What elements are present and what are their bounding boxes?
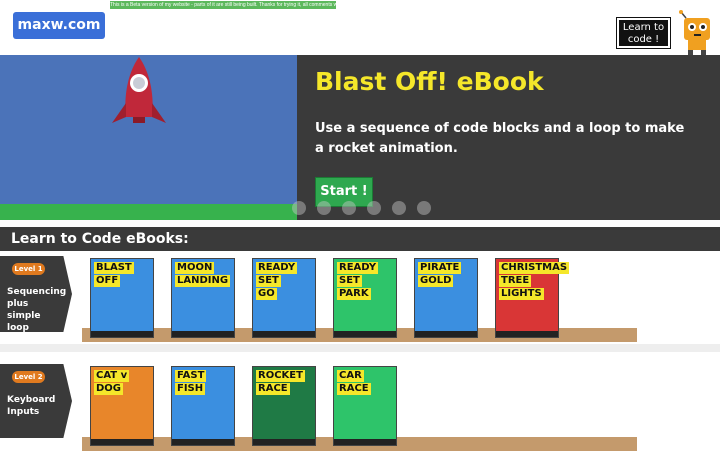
level-row-1: Level 1 Sequencing plus simple loop BLAS…	[0, 256, 720, 344]
ebook-title-line: GO	[256, 288, 277, 300]
ebook-title-line: TREE	[499, 275, 532, 287]
ebook-title-line: LANDING	[175, 275, 231, 287]
ebook-cover[interactable]: READY SET PARK	[333, 258, 397, 338]
ebook-title-line: RACE	[256, 383, 290, 395]
rocket-icon	[112, 57, 166, 123]
ebook-footer	[172, 331, 234, 337]
carousel-dot[interactable]	[342, 201, 356, 215]
ebook-footer	[91, 331, 153, 337]
ebook-title-line: READY	[256, 262, 298, 274]
beta-banner: This is a Beta version of my website - p…	[110, 1, 336, 9]
ebook-footer	[253, 331, 315, 337]
ebook-footer	[172, 439, 234, 445]
hero-description: Use a sequence of code blocks and a loop…	[315, 121, 685, 156]
ebook-title-line: GOLD	[418, 275, 454, 287]
ebook-footer	[334, 331, 396, 337]
ebook-title-line: ROCKET	[256, 370, 305, 382]
ebook-cover[interactable]: BLAST OFF	[90, 258, 154, 338]
ebook-title-line: LIGHTS	[499, 288, 544, 300]
ebook-title-line: MOON	[175, 262, 215, 274]
carousel-dots	[292, 201, 431, 215]
ebook-title-line: FISH	[175, 383, 206, 395]
ebook-cover[interactable]: PIRATE GOLD	[414, 258, 478, 338]
level-badge: Level 1	[12, 263, 45, 275]
carousel-dot[interactable]	[367, 201, 381, 215]
ebook-title-line: BLAST	[94, 262, 134, 274]
ebook-title: FAST FISH	[175, 370, 207, 396]
ebook-title: CAR RACE	[337, 370, 371, 396]
ebook-footer	[253, 439, 315, 445]
ebook-title: PIRATE GOLD	[418, 262, 462, 288]
ebook-title-line: SET	[337, 275, 362, 287]
hero-carousel: Blast Off! eBook Use a sequence of code …	[0, 55, 720, 220]
ebook-title-line: PIRATE	[418, 262, 462, 274]
hero-panel: Blast Off! eBook Use a sequence of code …	[297, 55, 720, 220]
hero-title: Blast Off! eBook	[315, 67, 544, 96]
ebook-cover[interactable]: CHRISTMAS TREE LIGHTS	[495, 258, 570, 338]
carousel-dot[interactable]	[392, 201, 406, 215]
ebook-title-line: CAT v	[94, 370, 130, 382]
carousel-dot[interactable]	[292, 201, 306, 215]
ebook-title-line: CAR	[337, 370, 364, 382]
ebook-title-line: DOG	[94, 383, 124, 395]
ebook-title: BLAST OFF	[94, 262, 134, 288]
ebook-title-line: PARK	[337, 288, 371, 300]
carousel-dot[interactable]	[317, 201, 331, 215]
ebook-title: ROCKET RACE	[256, 370, 305, 396]
ebook-footer	[496, 331, 558, 337]
grass-strip	[0, 204, 297, 220]
level-tag: Level 1 Sequencing plus simple loop	[0, 256, 72, 332]
level-badge: Level 2	[12, 371, 45, 383]
ebook-cover[interactable]: CAT v DOG	[90, 366, 154, 446]
horizontal-scrollbar[interactable]	[0, 344, 720, 352]
ebook-title-line: CHRISTMAS	[499, 262, 570, 274]
ebook-title-line: FAST	[175, 370, 207, 382]
ebook-title: MOON LANDING	[175, 262, 231, 288]
ebook-footer	[415, 331, 477, 337]
hero-image	[0, 55, 297, 220]
ebook-title-line: OFF	[94, 275, 121, 287]
level-name: Sequencing plus simple loop	[7, 287, 67, 333]
ebook-title: CHRISTMAS TREE LIGHTS	[499, 262, 570, 301]
carousel-dot[interactable]	[417, 201, 431, 215]
level-tag: Level 2 Keyboard Inputs	[0, 364, 72, 438]
ebook-title: READY SET GO	[256, 262, 298, 301]
robot-mascot-icon	[679, 10, 710, 56]
ebook-cover[interactable]: READY SET GO	[252, 258, 316, 338]
section-title: Learn to Code eBooks:	[0, 227, 720, 251]
ebook-title-line: SET	[256, 275, 281, 287]
ebook-cover[interactable]: FAST FISH	[171, 366, 235, 446]
learn-to-code-button[interactable]: Learn to code !	[616, 17, 671, 49]
level-row-2: Level 2 Keyboard Inputs CAT v DOG FAST FISH…	[0, 364, 720, 453]
ebook-cover[interactable]: MOON LANDING	[171, 258, 235, 338]
site-logo[interactable]: maxw.com	[13, 12, 105, 39]
ebook-title-line: READY	[337, 262, 379, 274]
ebook-cover[interactable]: CAR RACE	[333, 366, 397, 446]
ebook-title: READY SET PARK	[337, 262, 379, 301]
ebook-footer	[91, 439, 153, 445]
ebook-title: CAT v DOG	[94, 370, 130, 396]
level-name: Keyboard Inputs	[7, 395, 56, 417]
ebook-footer	[334, 439, 396, 445]
ebook-title-line: RACE	[337, 383, 371, 395]
ebook-cover[interactable]: ROCKET RACE	[252, 366, 316, 446]
